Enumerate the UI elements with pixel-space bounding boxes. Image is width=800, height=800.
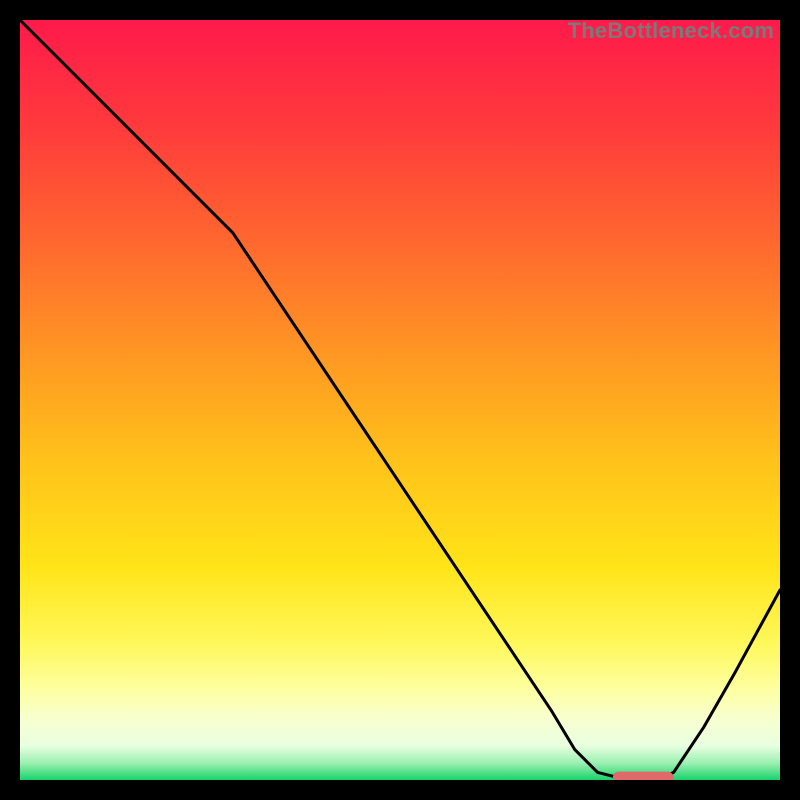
chart-frame: TheBottleneck.com xyxy=(20,20,780,780)
chart-svg xyxy=(20,20,780,780)
optimal-marker xyxy=(613,772,674,780)
watermark-text: TheBottleneck.com xyxy=(568,18,774,44)
